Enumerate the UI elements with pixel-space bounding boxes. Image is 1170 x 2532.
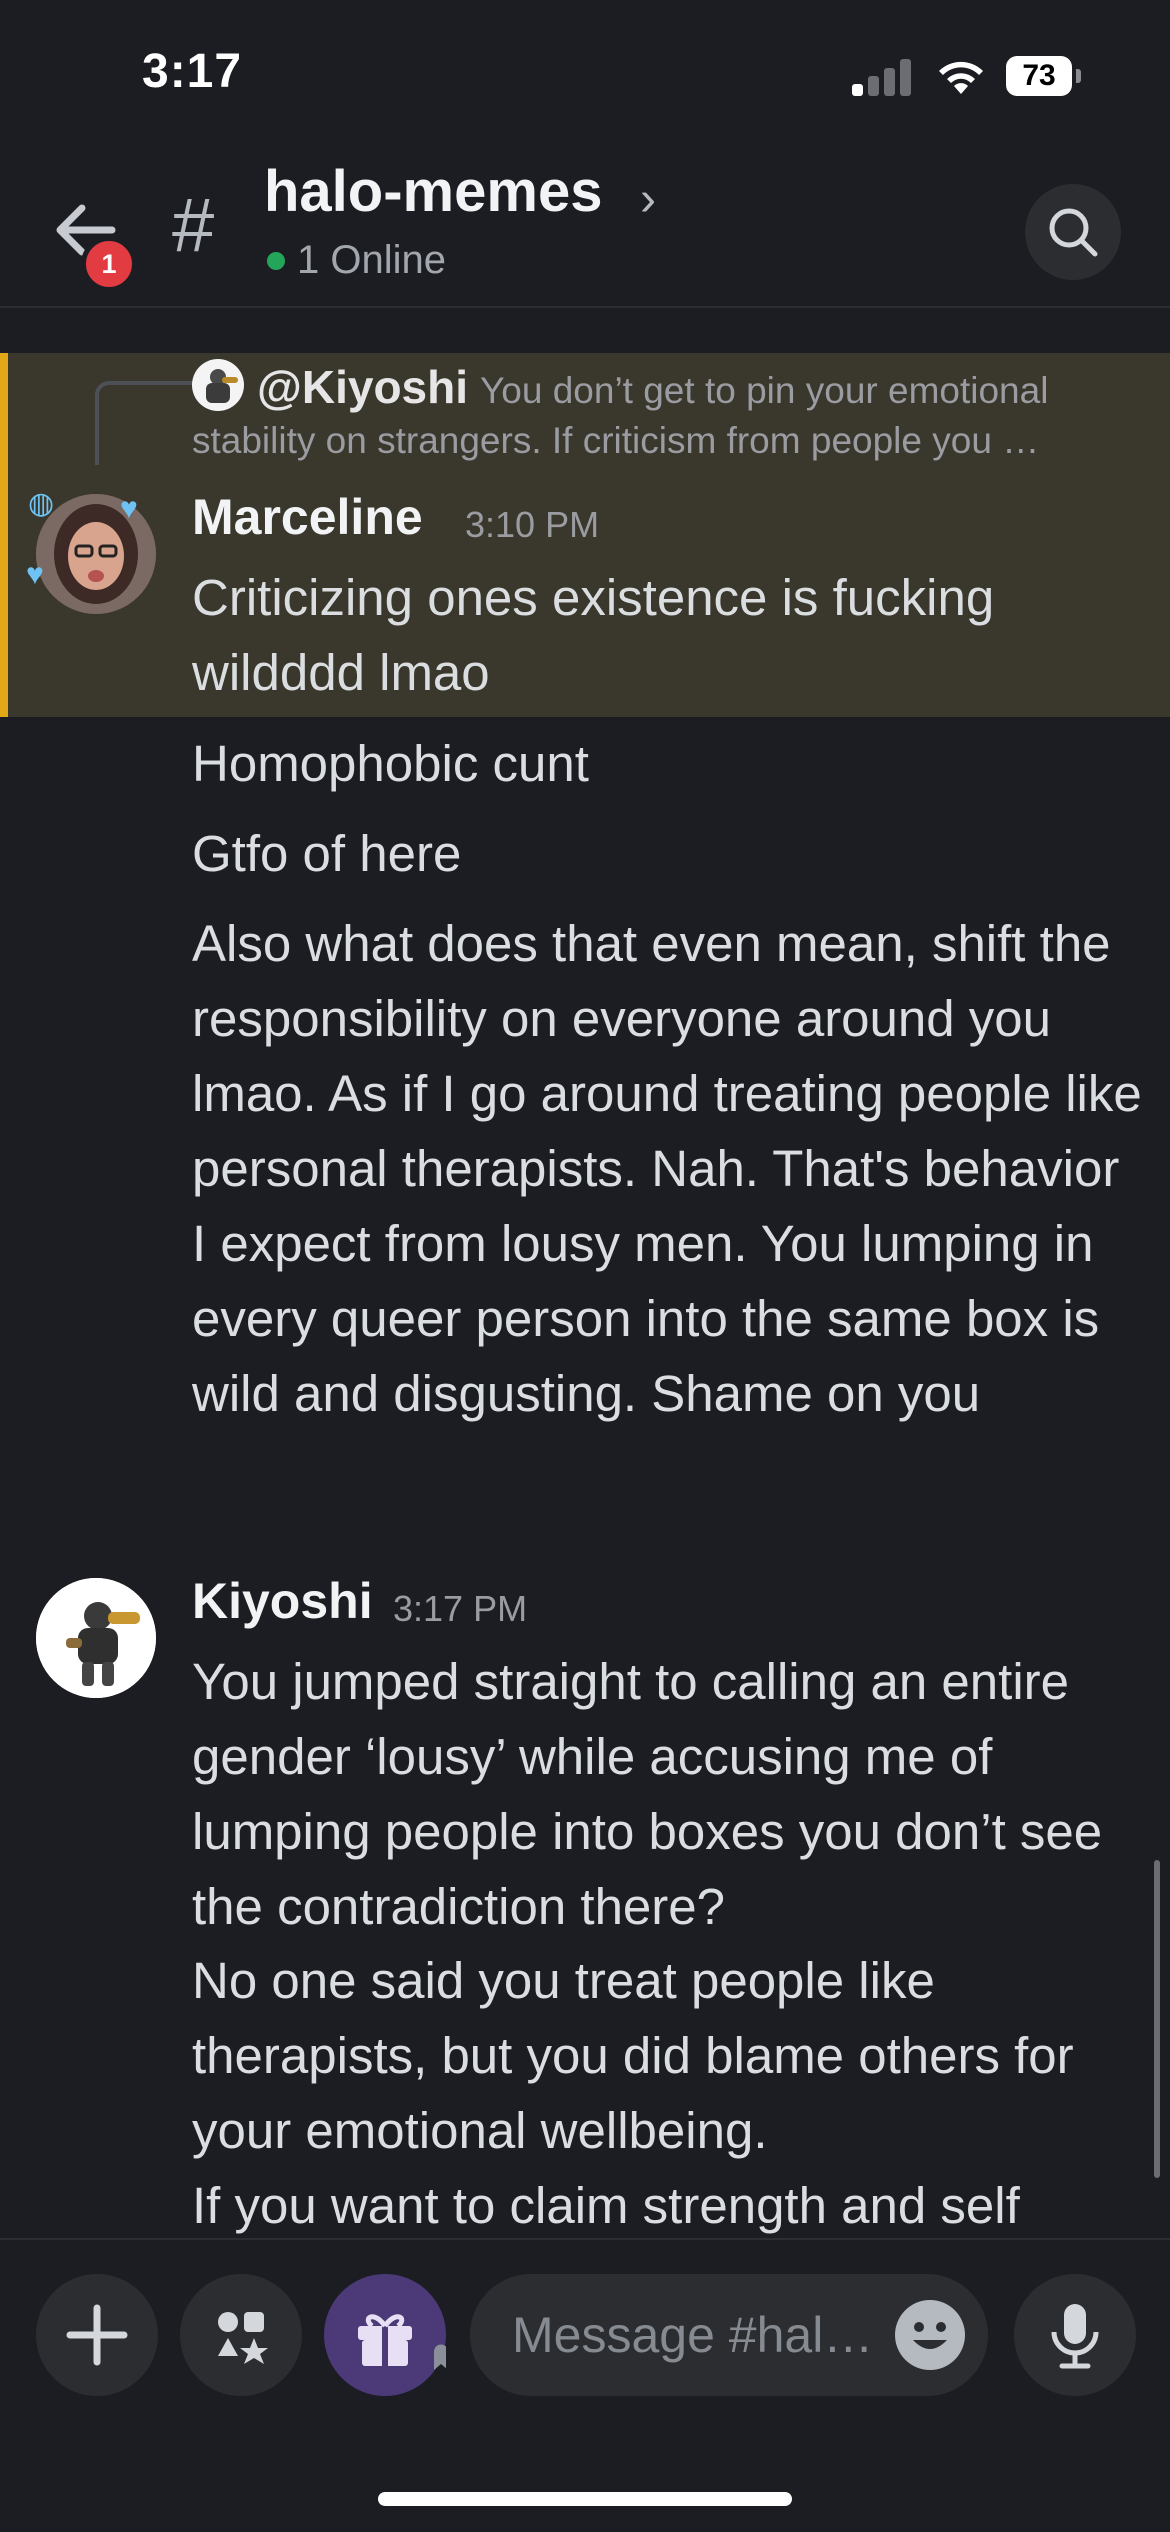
discord-chat-screen: 3:17 73 1 # halo-memes › 1 Online @Kiyos… bbox=[0, 0, 1170, 2532]
apps-icon bbox=[218, 2312, 268, 2364]
avatar-kiyoshi[interactable] bbox=[36, 1578, 156, 1698]
channel-header: 1 # halo-memes › 1 Online bbox=[0, 150, 1170, 308]
avatar-decoration-icon: ♥ bbox=[120, 492, 138, 525]
online-status-dot bbox=[267, 252, 285, 270]
add-attachment-button[interactable] bbox=[36, 2274, 158, 2396]
battery-level: 73 bbox=[1006, 56, 1072, 96]
online-count: 1 Online bbox=[297, 238, 446, 282]
message-text: No one said you treat people like therap… bbox=[192, 1952, 1074, 2159]
reply-connector bbox=[95, 381, 193, 465]
apps-button[interactable] bbox=[180, 2274, 302, 2396]
reply-snippet[interactable]: You don’t get to pin your emotional bbox=[480, 370, 1120, 412]
status-bar: 3:17 73 bbox=[0, 0, 1170, 150]
smiley-icon bbox=[913, 2322, 947, 2349]
message-text: Criticizing ones existence is fucking wi… bbox=[192, 569, 995, 701]
reply-author[interactable]: @Kiyoshi bbox=[257, 360, 468, 414]
message-text: If you want to claim strength and self bbox=[192, 2177, 1020, 2234]
microphone-icon bbox=[1051, 2304, 1099, 2369]
reply-snippet-continued[interactable]: stability on strangers. If criticism fro… bbox=[192, 420, 1122, 462]
emoji-button[interactable] bbox=[895, 2300, 965, 2370]
status-time: 3:17 bbox=[142, 45, 243, 98]
message-timestamp: 3:17 PM bbox=[393, 1588, 528, 1629]
cellular-signal-icon bbox=[852, 58, 914, 96]
reply-avatar[interactable] bbox=[192, 359, 244, 411]
chevron-right-icon[interactable]: › bbox=[640, 172, 656, 227]
battery-icon: 73 bbox=[1006, 56, 1082, 96]
message-list[interactable]: @Kiyoshi You don’t get to pin your emoti… bbox=[0, 308, 1170, 2238]
message-timestamp: 3:10 PM bbox=[465, 504, 600, 545]
scrollbar[interactable] bbox=[1154, 1860, 1160, 2178]
unread-badge: 1 bbox=[81, 236, 137, 292]
channel-title[interactable]: halo-memes bbox=[264, 158, 602, 225]
avatar-decoration-icon: ◍ bbox=[28, 487, 55, 520]
gift-icon bbox=[358, 2314, 448, 2370]
wifi-icon bbox=[939, 61, 983, 94]
message-text: Gtfo of here bbox=[192, 825, 462, 882]
voice-message-button[interactable] bbox=[1014, 2274, 1136, 2396]
message-author[interactable]: Marceline bbox=[192, 488, 423, 546]
message-text: You jumped straight to calling an entire… bbox=[192, 1653, 1103, 1935]
message-composer bbox=[0, 2238, 1170, 2532]
home-indicator[interactable] bbox=[378, 2492, 792, 2506]
avatar-decoration-icon: ♥ bbox=[26, 558, 44, 591]
message-text: Homophobic cunt bbox=[192, 735, 589, 792]
text-channel-icon: # bbox=[172, 183, 215, 268]
search-icon bbox=[1049, 208, 1098, 257]
plus-icon bbox=[66, 2304, 128, 2366]
search-button[interactable] bbox=[1025, 184, 1121, 280]
gift-button[interactable] bbox=[324, 2274, 448, 2396]
message-author[interactable]: Kiyoshi bbox=[192, 1572, 373, 1630]
message-text: Also what does that even mean, shift the… bbox=[192, 915, 1142, 1422]
